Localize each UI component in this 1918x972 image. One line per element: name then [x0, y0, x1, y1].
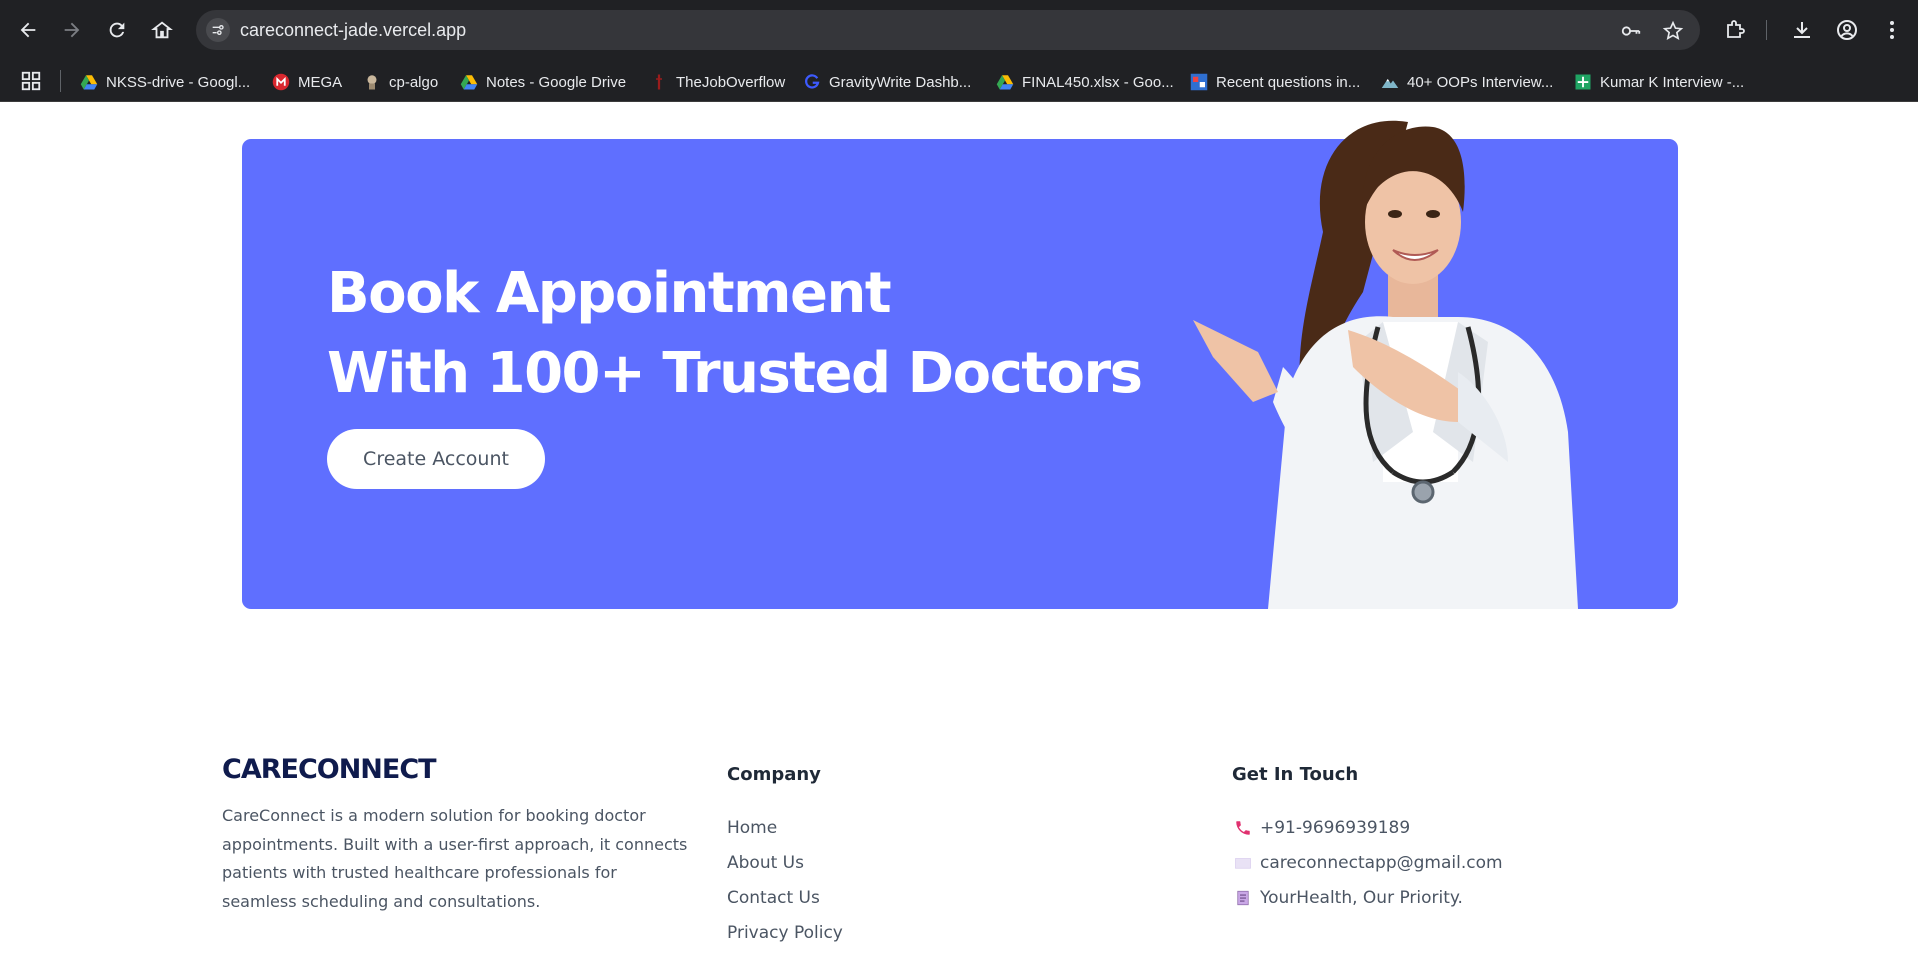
company-heading: Company: [727, 764, 821, 785]
bookmark-nkss-drive[interactable]: NKSS-drive - Googl...: [80, 71, 250, 93]
bookmark-label: FINAL450.xlsx - Goo...: [1022, 73, 1174, 91]
url-text[interactable]: careconnect-jade.vercel.app: [240, 20, 466, 41]
forward-arrow-icon: [64, 22, 80, 38]
doctor-image: [1193, 120, 1578, 609]
contact-list: +91-9696939189 careconnectapp@gmail.com …: [1234, 810, 1503, 915]
bookmark-notes-drive[interactable]: Notes - Google Drive: [460, 71, 626, 93]
download-icon: [1794, 22, 1810, 38]
bookmark-final450[interactable]: FINAL450.xlsx - Goo...: [996, 71, 1174, 93]
forward-button[interactable]: [56, 14, 88, 46]
bookmark-label: GravityWrite Dashb...: [829, 73, 972, 91]
google-drive-icon: [996, 73, 1014, 91]
banner-headline: Book Appointment With 100+ Trusted Docto…: [327, 254, 1143, 414]
company-links: Home About Us Contact Us Privacy Policy: [727, 810, 843, 950]
bookmarks-divider: [60, 70, 61, 92]
profile-icon: [1837, 20, 1857, 40]
more-vert-icon: [1890, 21, 1894, 39]
bookmark-thejoboverflow[interactable]: TheJobOverflow: [650, 71, 785, 93]
bookmark-star-icon[interactable]: [1662, 20, 1684, 42]
bookmark-cp-algo[interactable]: cp-algo: [363, 71, 438, 93]
toolbar-divider: [1766, 20, 1767, 40]
home-button[interactable]: [146, 14, 178, 46]
bookmark-kumar-interview[interactable]: Kumar K Interview -...: [1574, 71, 1744, 93]
site-info-icon[interactable]: [206, 18, 230, 42]
headline-line-2: With 100+ Trusted Doctors: [327, 341, 1143, 406]
notepad-icon: [1234, 889, 1252, 907]
bookmark-label: MEGA: [298, 73, 343, 91]
footer-link-contact-us[interactable]: Contact Us: [727, 880, 843, 915]
bookmark-recent-questions[interactable]: Recent questions in...: [1190, 71, 1360, 93]
phone-icon: [1234, 819, 1252, 837]
tagline-text: YourHealth, Our Priority.: [1260, 887, 1463, 908]
contact-phone[interactable]: +91-9696939189: [1234, 810, 1503, 845]
headline-line-1: Book Appointment: [327, 261, 892, 326]
reload-button[interactable]: [101, 14, 133, 46]
google-drive-icon: [460, 73, 478, 91]
job-overflow-icon: [650, 73, 668, 91]
home-icon: [151, 21, 173, 39]
mountain-icon: [1381, 73, 1399, 91]
bookmark-label: 40+ OOPs Interview...: [1407, 73, 1554, 91]
google-sheets-icon: [1574, 73, 1592, 91]
bookmark-label: TheJobOverflow: [676, 73, 786, 91]
back-button[interactable]: [12, 14, 44, 46]
email-address: careconnectapp@gmail.com: [1260, 852, 1503, 873]
bookmark-mega[interactable]: MEGA: [272, 71, 342, 93]
bookmark-label: cp-algo: [389, 73, 439, 91]
bookmark-label: Notes - Google Drive: [486, 73, 627, 91]
bookmark-label: Recent questions in...: [1216, 73, 1361, 91]
extensions-button[interactable]: [1722, 17, 1748, 43]
mega-icon: [272, 73, 290, 91]
puzzle-icon: [1727, 20, 1745, 38]
questions-icon: [1190, 73, 1208, 91]
downloads-button[interactable]: [1789, 17, 1815, 43]
phone-number: +91-9696939189: [1260, 817, 1411, 838]
footer-link-privacy-policy[interactable]: Privacy Policy: [727, 915, 843, 950]
browser-toolbar: careconnect-jade.vercel.app: [0, 0, 1918, 60]
contact-email[interactable]: careconnectapp@gmail.com: [1234, 845, 1503, 880]
google-drive-icon: [80, 73, 98, 91]
bookmark-gravitywrite[interactable]: GravityWrite Dashb...: [803, 71, 971, 93]
bookmark-label: NKSS-drive - Googl...: [106, 73, 251, 91]
footer-logo[interactable]: CARECONNECT: [222, 754, 437, 785]
browser-menu-button[interactable]: [1879, 17, 1905, 43]
cp-algo-icon: [363, 73, 381, 91]
password-key-icon[interactable]: [1620, 20, 1642, 42]
address-bar[interactable]: careconnect-jade.vercel.app: [196, 10, 1700, 50]
create-account-button[interactable]: Create Account: [327, 429, 545, 489]
get-in-touch-heading: Get In Touch: [1232, 764, 1359, 785]
gravitywrite-icon: [803, 73, 821, 91]
back-arrow-icon: [20, 22, 36, 38]
page-content: Book Appointment With 100+ Trusted Docto…: [0, 102, 1918, 970]
footer-link-about-us[interactable]: About Us: [727, 845, 843, 880]
profile-button[interactable]: [1834, 17, 1860, 43]
bookmark-label: Kumar K Interview -...: [1600, 73, 1745, 91]
email-icon: [1234, 854, 1252, 872]
bookmark-oops-interview[interactable]: 40+ OOPs Interview...: [1381, 71, 1553, 93]
footer-link-home[interactable]: Home: [727, 810, 843, 845]
reload-icon: [109, 22, 125, 38]
contact-tagline: YourHealth, Our Priority.: [1234, 880, 1503, 915]
bookmarks-bar: NKSS-drive - Googl... MEGA cp-algo Notes…: [0, 60, 1918, 102]
apps-grid-icon[interactable]: [20, 70, 42, 92]
footer-about-text: CareConnect is a modern solution for boo…: [222, 806, 688, 911]
